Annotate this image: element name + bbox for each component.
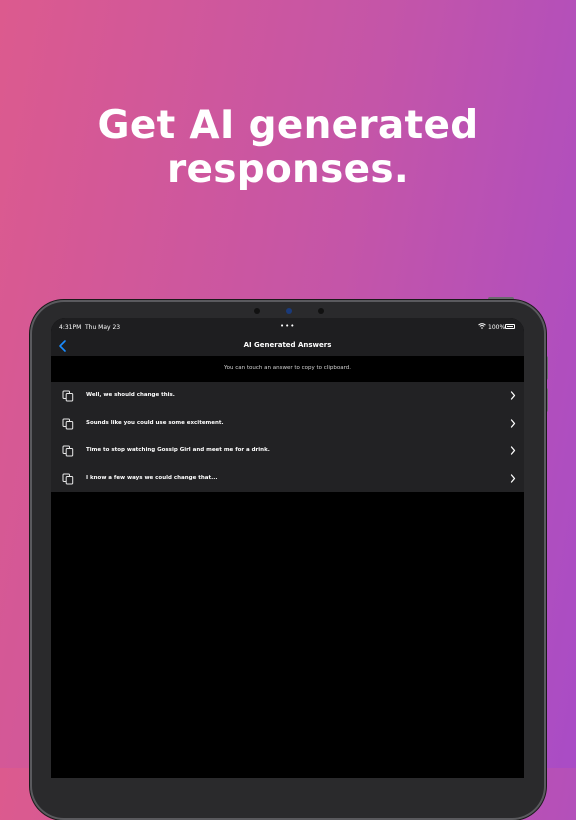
wifi-icon xyxy=(478,323,486,329)
answer-row[interactable]: Well, we should change this. xyxy=(51,382,524,410)
answer-row[interactable]: I know a few ways we could change that..… xyxy=(51,465,524,493)
sensor-dot xyxy=(318,308,324,314)
answer-text: Time to stop watching Gossip Girl and me… xyxy=(86,447,270,453)
chevron-right-icon xyxy=(510,418,516,428)
status-date: Thu May 23 xyxy=(85,324,121,331)
status-bar: 4:31PM Thu May 23 ••• 100% xyxy=(51,318,524,336)
app-screen: 4:31PM Thu May 23 ••• 100% AI Generated … xyxy=(51,318,524,778)
copy-icon xyxy=(62,445,74,457)
camera-lens xyxy=(286,308,292,314)
chevron-right-icon xyxy=(510,446,516,455)
headline-line-2: responses. xyxy=(166,147,410,192)
camera-dot xyxy=(254,308,260,314)
copy-icon xyxy=(62,418,74,429)
battery-icon xyxy=(505,324,515,329)
answer-row[interactable]: Time to stop watching Gossip Girl and me… xyxy=(51,437,524,465)
copy-icon xyxy=(62,473,74,484)
status-time: 4:31PM xyxy=(59,324,82,331)
answer-text: Sounds like you could use some excitemen… xyxy=(86,419,224,426)
answers-list: Well, we should change this. Sounds like… xyxy=(51,382,524,492)
chevron-right-icon xyxy=(510,391,516,400)
multitasking-dots[interactable]: ••• xyxy=(280,322,295,330)
answer-text: I know a few ways we could change that..… xyxy=(86,474,218,481)
page-title: AI Generated Answers xyxy=(243,341,332,349)
answer-text: Well, we should change this. xyxy=(86,392,175,398)
battery-percentage: 100% xyxy=(488,324,506,331)
navigation-bar: AI Generated Answers xyxy=(51,336,524,356)
answer-row[interactable]: Sounds like you could use some excitemen… xyxy=(51,410,524,438)
copy-icon xyxy=(62,390,74,402)
chevron-right-icon xyxy=(510,473,516,483)
headline-line-1: Get AI generated xyxy=(97,103,479,148)
hint-text: You can touch an answer to copy to clipb… xyxy=(51,356,524,382)
headline: Get AI generated responses. xyxy=(0,104,576,192)
